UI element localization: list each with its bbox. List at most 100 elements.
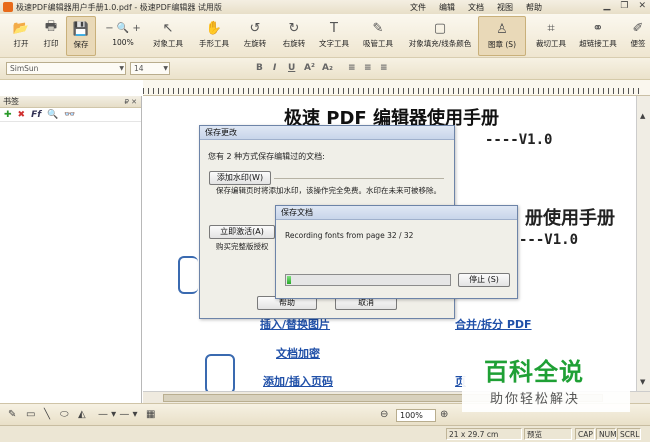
menu-bar: 文件 编辑 文档 视图 帮助	[410, 0, 542, 14]
scroll-lock-indicator: SCRL	[617, 428, 641, 440]
search-icon[interactable]: 🔍	[47, 110, 58, 120]
menu-help[interactable]: 帮助	[526, 2, 542, 13]
scroll-up-icon[interactable]: ▲	[640, 112, 645, 120]
activate-button[interactable]: 立即激活(A)	[209, 225, 275, 239]
eyedropper-icon: ✎	[372, 20, 384, 36]
pdf-heading-2: 册使用手册	[525, 208, 615, 229]
activate-description: 购买完整版授权	[216, 242, 269, 251]
object-tool-button[interactable]: ↖ 对象工具	[150, 16, 186, 56]
fill-color-icon: ▢	[433, 20, 447, 36]
zoom-out-icon[interactable]: ⊖	[380, 409, 388, 420]
site-watermark: 百科全说 助你轻松解决	[462, 346, 630, 412]
italic-button[interactable]: I	[273, 63, 276, 73]
pdf-frame	[205, 354, 235, 391]
fill-color-button[interactable]: ▢ 对象填充/线条颜色	[407, 16, 473, 56]
zoom-control[interactable]: − 🔍 + 100%	[100, 16, 146, 56]
underline-button[interactable]: U	[288, 63, 295, 73]
save-button[interactable]: 💾 保存	[66, 16, 96, 56]
panel-pin-close-icons[interactable]: ₽ ✕	[124, 96, 137, 108]
pdf-link[interactable]: 添加/插入页码	[263, 373, 333, 389]
note-icon: ✐	[632, 20, 644, 36]
bold-button[interactable]: B	[256, 63, 263, 73]
align-center-icon[interactable]: ≡	[364, 63, 372, 73]
progress-bar	[285, 274, 451, 286]
font-size-select[interactable]: 14 ▼	[130, 62, 170, 75]
color-icon[interactable]: ▦	[146, 409, 155, 420]
save-icon: 💾	[72, 21, 90, 37]
pdf-link[interactable]: 合并/拆分 PDF	[455, 316, 532, 332]
fill-icon[interactable]: ◭	[78, 409, 86, 420]
chevron-down-icon: ▼	[163, 65, 168, 72]
open-button[interactable]: 📂 打开	[6, 16, 36, 56]
app-icon	[3, 2, 13, 12]
menu-edit[interactable]: 编辑	[439, 2, 455, 13]
zoom-select[interactable]: 100%	[396, 409, 436, 422]
crop-tool-button[interactable]: ⌗ 裁切工具	[532, 16, 570, 56]
add-bookmark-icon[interactable]: ✚	[4, 110, 12, 120]
status-bar: 21 x 29.7 cm 预览 CAP NUM SCRL	[0, 425, 650, 442]
line-style-icon[interactable]: — ▾ — ▾	[98, 409, 138, 420]
bookmark-panel: 书签 ₽ ✕ ✚ ✖ Ff 🔍 👓	[0, 96, 142, 410]
zoom-icon: − 🔍 +	[105, 22, 141, 34]
rectangle-icon[interactable]: ▭	[26, 409, 35, 420]
menu-view[interactable]: 视图	[497, 2, 513, 13]
rotate-left-icon: ↺	[249, 20, 261, 36]
find-bookmark-icon[interactable]: 👓	[64, 110, 75, 120]
bookmark-panel-title: 书签	[3, 97, 19, 106]
add-watermark-button[interactable]: 添加水印(W)	[209, 171, 271, 185]
font-family-select[interactable]: SimSun ▼	[6, 62, 126, 75]
zoom-in-icon[interactable]: ⊕	[440, 409, 448, 420]
line-icon[interactable]: ╲	[44, 409, 50, 420]
stamp-button[interactable]: ♙ 图章 (S)	[478, 16, 526, 56]
align-left-icon[interactable]: ≡	[348, 63, 356, 73]
pointer-icon: ↖	[162, 20, 174, 36]
horizontal-ruler	[143, 80, 650, 96]
subscript-button[interactable]: A₂	[322, 63, 333, 73]
printer-icon: 🖶	[44, 19, 58, 34]
superscript-button[interactable]: A²	[304, 63, 315, 73]
main-toolbar: 📂 打开 🖶 打印 💾 保存 − 🔍 + 100% ↖ 对象工具 ✋ 手形工具 …	[0, 14, 650, 58]
rotate-left-button[interactable]: ↺ 左旋转	[240, 16, 270, 56]
rotate-right-icon: ↻	[288, 20, 300, 36]
link-icon: ⚭	[592, 20, 604, 36]
dialog-question: 您有 2 种方式保存编辑过的文档:	[208, 152, 325, 161]
print-button[interactable]: 🖶 打印	[36, 16, 66, 56]
progress-fill	[287, 276, 291, 284]
stop-button[interactable]: 停止 (S)	[458, 273, 510, 287]
dialog-title: 保存更改	[200, 126, 454, 140]
caps-lock-indicator: CAP	[575, 428, 595, 440]
link-tool-button[interactable]: ⚭ 超链接工具	[576, 16, 620, 56]
pencil-icon[interactable]: ✎	[8, 409, 16, 420]
scroll-down-icon[interactable]: ▼	[640, 378, 645, 386]
window-controls: ▁ ❐ ✕	[603, 1, 646, 11]
folder-open-icon: 📂	[12, 20, 30, 36]
watermark-subtitle: 助你轻松解决	[490, 392, 581, 407]
close-icon[interactable]: ✕	[638, 1, 646, 11]
font-bookmark-icon[interactable]: Ff	[31, 110, 41, 120]
saving-progress-dialog: 保存文档 Recording fonts from page 32 / 32 停…	[275, 205, 518, 299]
minimize-icon[interactable]: ▁	[603, 1, 610, 11]
menu-file[interactable]: 文件	[410, 2, 426, 13]
text-tool-button[interactable]: T 文字工具	[316, 16, 352, 56]
eyedropper-tool-button[interactable]: ✎ 吸管工具	[360, 16, 396, 56]
crop-icon: ⌗	[547, 20, 555, 36]
pdf-link[interactable]: 文档加密	[276, 345, 320, 361]
title-bar: 极速PDF编辑器用户手册1.0.pdf - 极速PDF编辑器 试用版 文件 编辑…	[0, 0, 650, 14]
align-right-icon[interactable]: ≡	[380, 63, 388, 73]
maximize-icon[interactable]: ❐	[620, 1, 628, 11]
pdf-version: ----V1.0	[485, 132, 553, 148]
dialog-title: 保存文档	[276, 206, 517, 220]
note-tool-button[interactable]: ✐ 便签	[626, 16, 650, 56]
menu-document[interactable]: 文档	[468, 2, 484, 13]
progress-message: Recording fonts from page 32 / 32	[285, 231, 414, 240]
ellipse-icon[interactable]: ⬭	[60, 409, 69, 420]
window-title: 极速PDF编辑器用户手册1.0.pdf - 极速PDF编辑器 试用版	[16, 2, 222, 12]
chevron-down-icon: ▼	[119, 65, 124, 72]
stamp-icon: ♙	[496, 21, 508, 37]
rotate-right-button[interactable]: ↻ 右旋转	[279, 16, 309, 56]
delete-bookmark-icon[interactable]: ✖	[18, 110, 26, 120]
hand-tool-button[interactable]: ✋ 手形工具	[196, 16, 232, 56]
num-lock-indicator: NUM	[596, 428, 617, 440]
watermark-title: 百科全说	[484, 358, 584, 386]
vertical-scrollbar[interactable]: ▲ ▼	[636, 96, 650, 391]
